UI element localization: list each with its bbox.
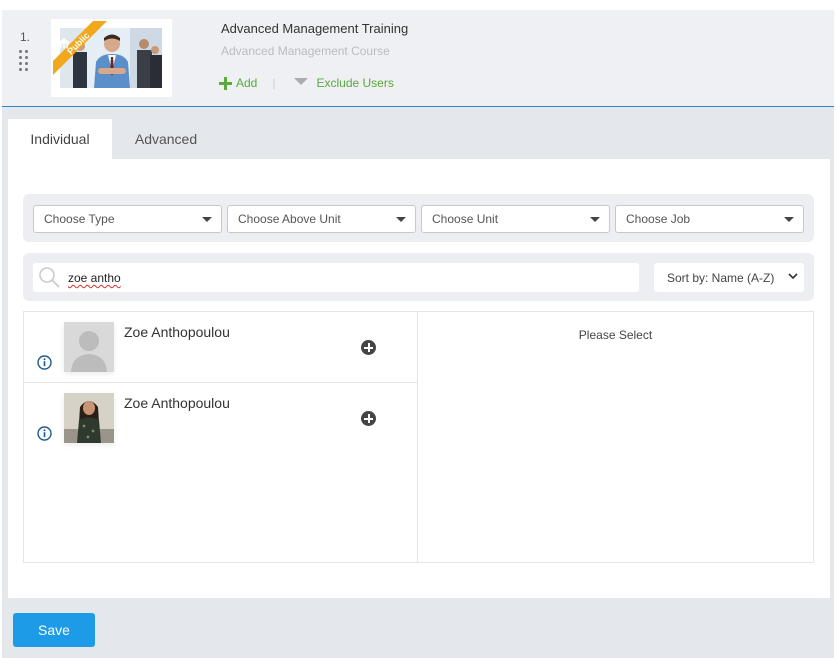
avatar-placeholder xyxy=(64,322,114,372)
please-select-text: Please Select xyxy=(578,328,653,342)
choose-type-select[interactable]: Choose Type xyxy=(33,205,222,233)
list-item[interactable]: Zoe Anthopoulou xyxy=(24,312,417,383)
choose-unit-select[interactable]: Choose Unit xyxy=(421,205,610,233)
tab-individual[interactable]: Individual xyxy=(8,119,112,159)
choose-above-unit-label: Choose Above Unit xyxy=(238,212,341,226)
info-icon[interactable] xyxy=(37,355,52,370)
person-name: Zoe Anthopoulou xyxy=(124,324,230,340)
public-badge-label: Public xyxy=(65,30,91,56)
save-button[interactable]: Save xyxy=(13,613,95,647)
choose-job-select[interactable]: Choose Job xyxy=(615,205,804,233)
course-index: 1. xyxy=(20,30,31,44)
avatar-photo xyxy=(64,393,114,443)
caret-down-icon xyxy=(294,77,309,85)
info-icon[interactable] xyxy=(37,426,52,441)
chevron-down-icon xyxy=(788,273,798,280)
tab-advanced[interactable]: Advanced xyxy=(112,119,220,159)
search-icon xyxy=(39,267,60,288)
plus-icon xyxy=(219,76,232,90)
sort-select[interactable]: Sort by: Name (A-Z) xyxy=(654,263,804,292)
add-person-icon[interactable] xyxy=(361,340,376,355)
building-icon xyxy=(59,38,69,49)
details-panel xyxy=(417,311,814,563)
course-subtitle: Advanced Management Course xyxy=(221,44,390,58)
choose-job-label: Choose Job xyxy=(626,212,691,226)
public-badge-ribbon: Public xyxy=(53,21,107,75)
triangle-down-icon xyxy=(784,217,794,222)
search-input[interactable] xyxy=(33,263,639,292)
exclude-users-button[interactable]: Exclude Users xyxy=(294,76,394,90)
sort-label: Sort by: Name (A-Z) xyxy=(667,270,775,285)
choose-above-unit-select[interactable]: Choose Above Unit xyxy=(227,205,416,233)
triangle-down-icon xyxy=(202,217,212,222)
drag-handle-icon[interactable] xyxy=(19,50,31,74)
add-person-icon[interactable] xyxy=(361,411,376,426)
person-name: Zoe Anthopoulou xyxy=(124,395,230,411)
triangle-down-icon xyxy=(396,217,406,222)
course-title: Advanced Management Training xyxy=(221,21,409,36)
exclude-users-label: Exclude Users xyxy=(316,76,394,90)
search-value[interactable]: zoe antho xyxy=(68,271,121,285)
course-actions: Add | Exclude Users xyxy=(219,74,394,92)
list-item[interactable]: Zoe Anthopoulou xyxy=(24,383,417,454)
choose-unit-label: Choose Unit xyxy=(432,212,499,226)
action-separator: | xyxy=(272,76,276,90)
triangle-down-icon xyxy=(590,217,600,222)
choose-type-label: Choose Type xyxy=(44,212,115,226)
add-label: Add xyxy=(236,76,258,90)
add-button[interactable]: Add xyxy=(219,76,257,90)
